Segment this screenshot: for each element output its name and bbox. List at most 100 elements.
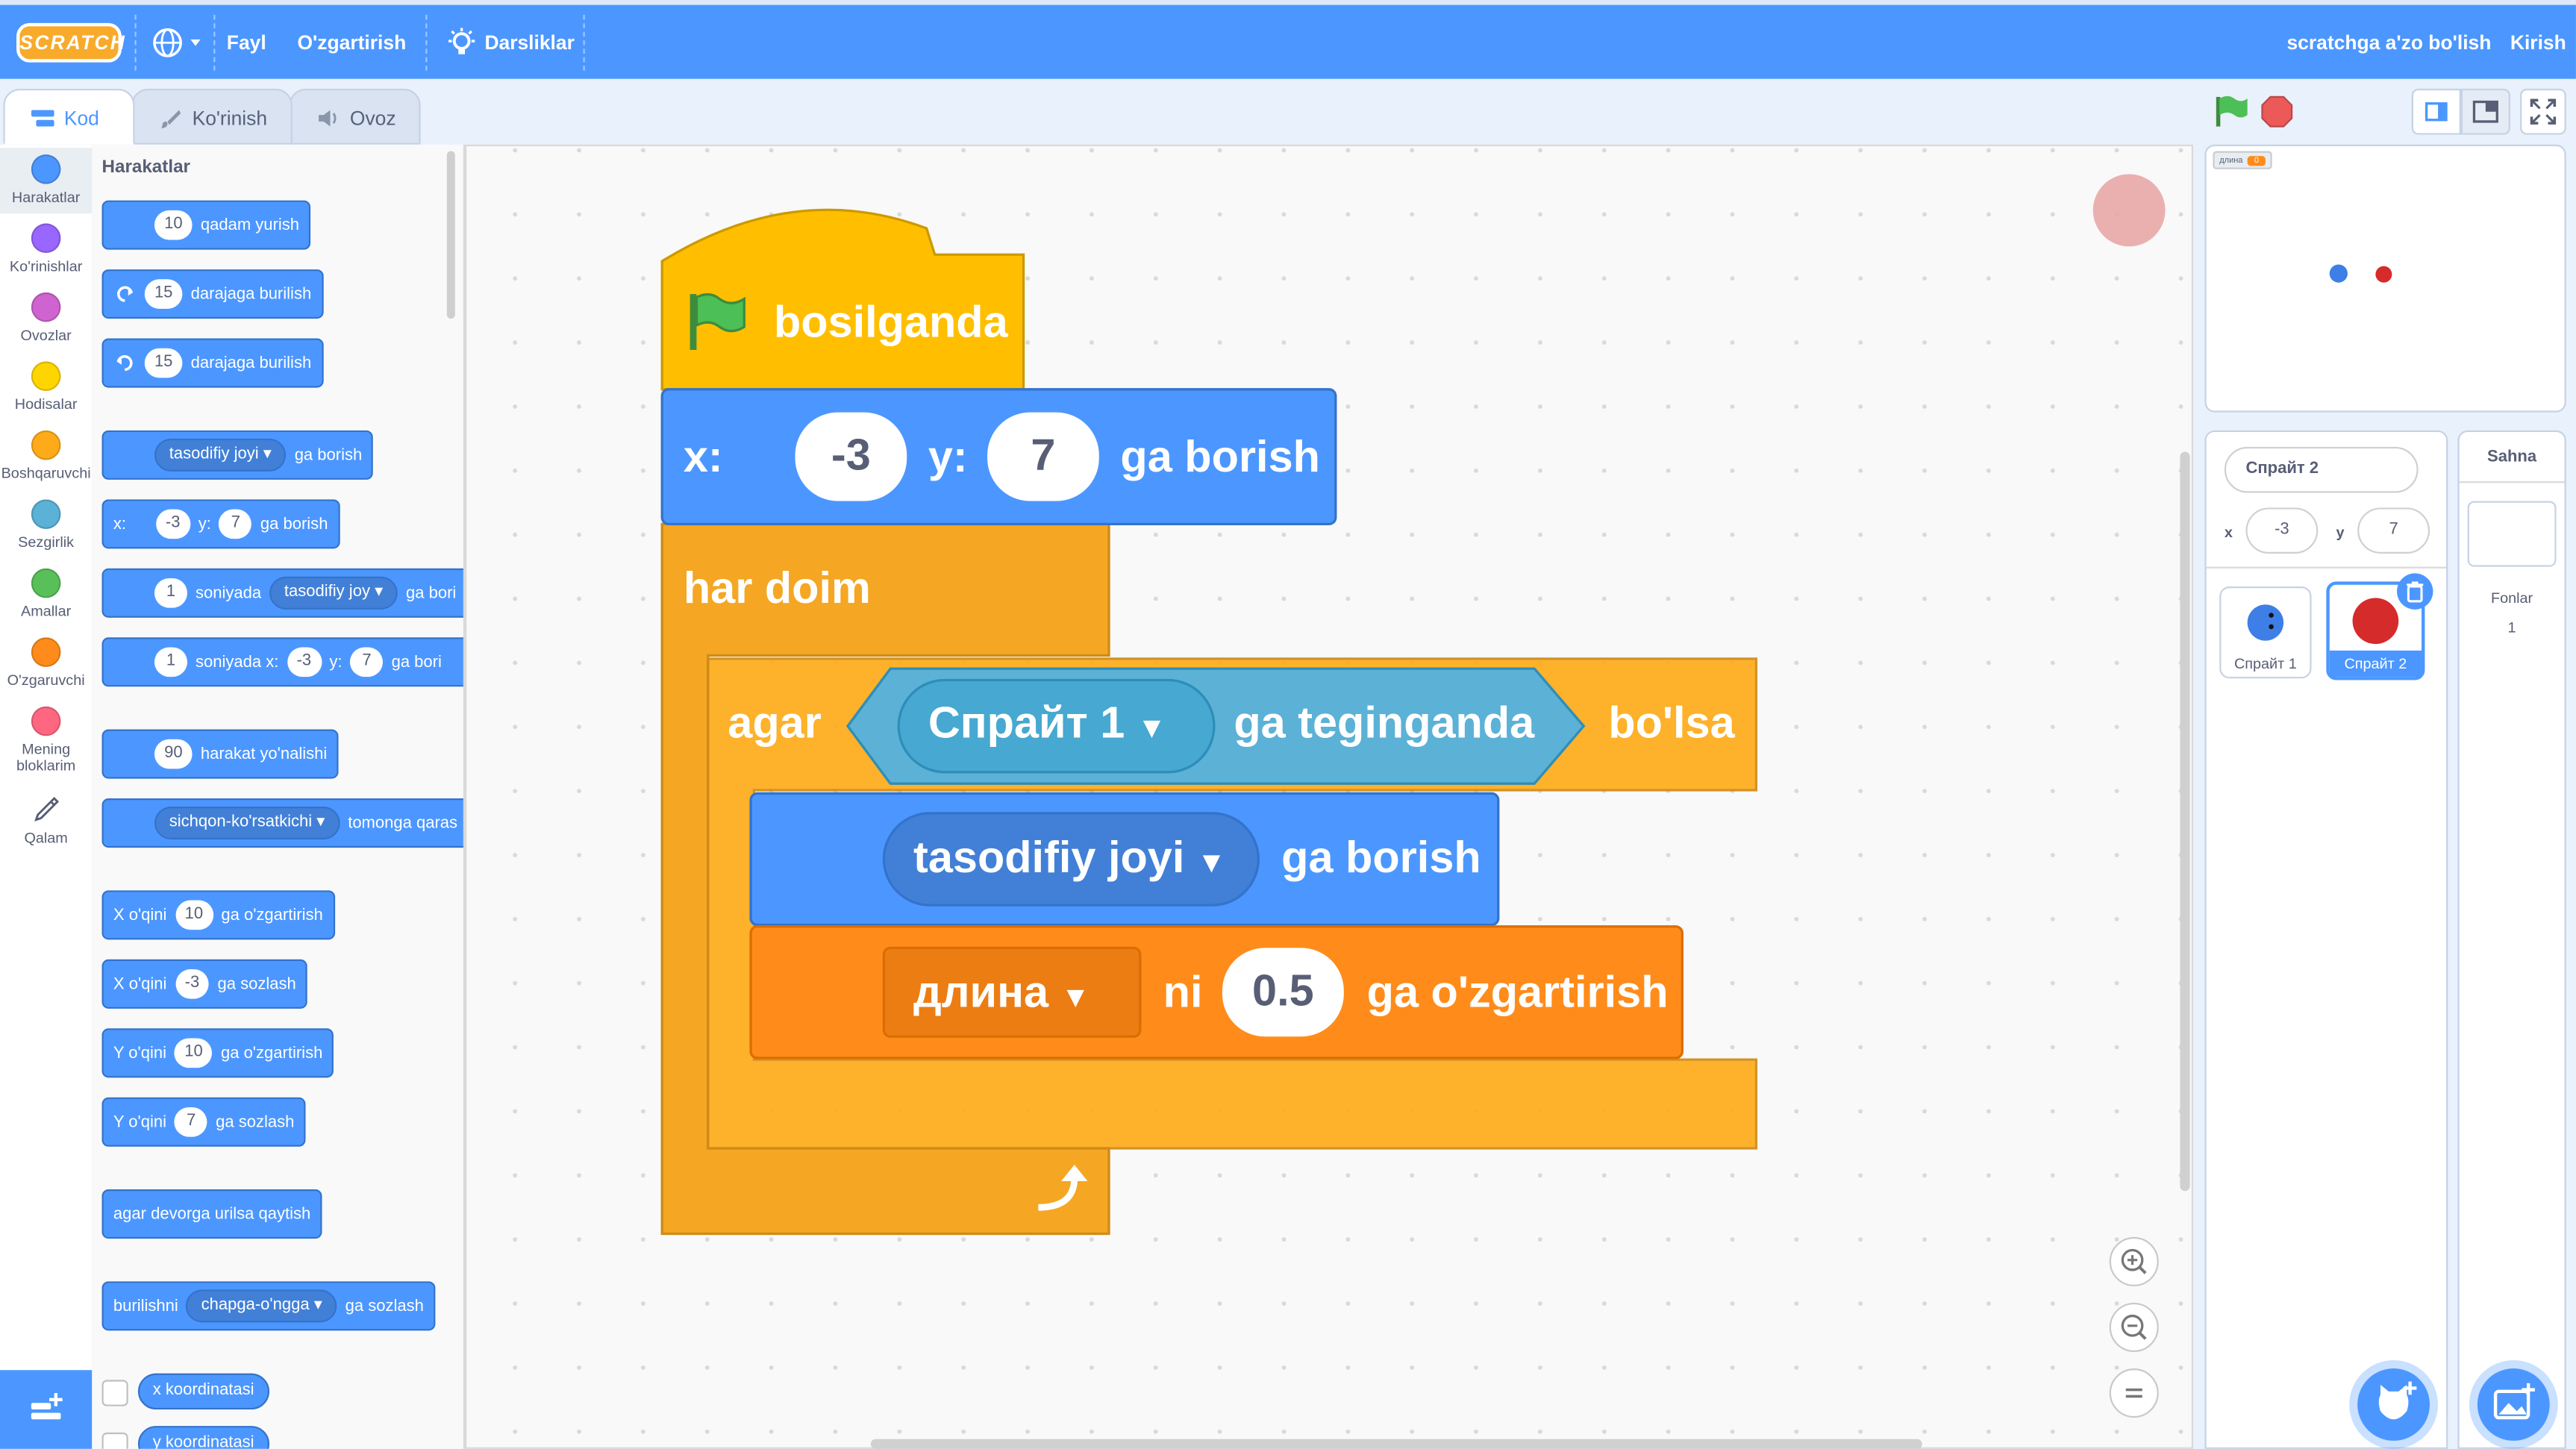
category-operators[interactable]: Amallar: [0, 568, 92, 619]
category-motion[interactable]: Harakatlar: [0, 148, 93, 214]
workspace-vertical-scrollbar[interactable]: [2180, 451, 2190, 1192]
sprite-2-on-stage[interactable]: [2375, 266, 2392, 283]
sprite-name-field[interactable]: Спрайт 2: [2224, 446, 2419, 493]
gotoxy-text: ga borish: [1120, 432, 1320, 482]
gotoxy-x-input[interactable]: -3: [795, 412, 907, 501]
palette-turn-left-block[interactable]: 15 darajaga burilish: [101, 338, 323, 388]
variable-ni-label: ni: [1163, 967, 1203, 1017]
category-sensing[interactable]: Sezgirlik: [0, 499, 92, 551]
y-input[interactable]: 7: [219, 509, 252, 539]
palette-scrollbar[interactable]: [446, 151, 455, 319]
palette-x-position-reporter[interactable]: x koordinatasi: [137, 1373, 269, 1410]
forever-label: har doim: [683, 563, 871, 613]
sprite-y-field[interactable]: 7: [2357, 507, 2430, 554]
number-input[interactable]: 90: [154, 739, 193, 769]
goto-dropdown[interactable]: tasodifiy joyi ▾: [154, 438, 287, 472]
y-input[interactable]: 7: [350, 647, 384, 677]
category-looks[interactable]: Ko'rinishlar: [0, 223, 92, 275]
sprite-thumbnail-1[interactable]: Спрайт 1: [2219, 586, 2312, 679]
gotoxy-x-label: x:: [683, 432, 723, 482]
category-variables[interactable]: O'zgaruvchi: [0, 637, 92, 689]
sprite-info-pane: Спрайт 2 x -3 y 7 Спрайт 1 Спрайт 2: [2204, 430, 2448, 1449]
touching-dropdown[interactable]: Спрайт 1 ▼: [928, 698, 1166, 749]
variable-dropdown[interactable]: длина ▼: [913, 968, 1090, 1018]
fullscreen-button[interactable]: [2520, 88, 2566, 135]
add-extension-button[interactable]: [0, 1370, 93, 1449]
add-backdrop-button[interactable]: [2477, 1368, 2550, 1441]
code-workspace[interactable]: bosilganda x: -3 y: 7 ga borish har doim…: [465, 144, 2194, 1449]
palette-glidexy-block[interactable]: 1 soniyada x: -3 y: 7 ga bori: [101, 637, 463, 687]
sprite-1-on-stage[interactable]: [2329, 264, 2348, 283]
sprite-1-eye: [2269, 613, 2274, 618]
palette-turn-right-block[interactable]: 15 darajaga burilish: [101, 269, 323, 319]
palette-point-direction-block[interactable]: 90 harakat yo'nalishi: [101, 729, 339, 779]
palette-set-y-block[interactable]: Y o'qini 7 ga sozlash: [101, 1097, 306, 1147]
number-input[interactable]: 10: [154, 210, 193, 240]
stop-button[interactable]: [2260, 96, 2293, 137]
number-input[interactable]: 10: [175, 1038, 213, 1068]
category-sound[interactable]: Ovozlar: [0, 292, 92, 343]
large-stage-button[interactable]: [2460, 88, 2510, 135]
language-menu[interactable]: [151, 26, 207, 67]
goto-random-dropdown[interactable]: tasodifiy joyi ▼: [913, 833, 1226, 883]
palette-glide-block[interactable]: 1 soniyada tasodifiy joy ▾ ga bori: [101, 568, 463, 618]
sprite-x-field[interactable]: -3: [2245, 507, 2319, 554]
number-input[interactable]: 15: [144, 348, 183, 378]
glide-dropdown[interactable]: tasodifiy joy ▾: [269, 576, 398, 610]
number-input[interactable]: 1: [154, 647, 187, 677]
stage-canvas[interactable]: длина 0: [2204, 144, 2566, 413]
dropdown-arrow-icon: ▼: [1137, 711, 1167, 745]
zoom-in-button[interactable]: [2109, 1236, 2159, 1286]
tutorials-menu[interactable]: Darsliklar: [484, 31, 574, 54]
palette-change-x-block[interactable]: X o'qini 10 ga o'zgartirish: [101, 890, 335, 940]
tab-costumes[interactable]: Ko'rinish: [131, 88, 293, 145]
number-input[interactable]: 10: [175, 900, 213, 930]
small-stage-button[interactable]: [2411, 88, 2461, 135]
palette-move-block[interactable]: 10 qadam yurish: [101, 200, 311, 250]
join-scratch-link[interactable]: scratchga a'zo bo'lish: [2286, 31, 2491, 54]
palette-bounce-block[interactable]: agar devorga urilsa qaytish: [101, 1189, 322, 1239]
sprite-2-label: Спрайт 2: [2329, 650, 2422, 677]
tab-sounds[interactable]: Ovoz: [289, 88, 421, 145]
gotoxy-y-input[interactable]: 7: [987, 412, 1099, 501]
stage-backdrop-thumbnail[interactable]: [2467, 501, 2557, 567]
workspace-horizontal-scrollbar[interactable]: [870, 1439, 1922, 1449]
category-events[interactable]: Hodisalar: [0, 361, 92, 413]
category-pen[interactable]: Qalam: [0, 795, 92, 846]
tab-code[interactable]: Kod: [3, 88, 135, 145]
palette-change-y-block[interactable]: Y o'qini 10 ga o'zgartirish: [101, 1028, 334, 1078]
zoom-reset-button[interactable]: [2109, 1368, 2159, 1418]
category-control[interactable]: Boshqaruvchi: [0, 430, 92, 481]
palette-y-position-reporter[interactable]: y koordinatasi: [137, 1426, 269, 1449]
palette-goto-block[interactable]: tasodifiy joyi ▾ ga borish: [101, 430, 374, 480]
x-input[interactable]: -3: [155, 509, 190, 539]
category-dot: [31, 499, 61, 529]
category-my-blocks[interactable]: Mening bloklarim: [0, 706, 92, 774]
towards-dropdown[interactable]: sichqon-ko'rsatkichi ▾: [154, 807, 340, 840]
rotation-style-dropdown[interactable]: chapga-o'ngga ▾: [186, 1289, 337, 1323]
number-input[interactable]: -3: [175, 969, 210, 999]
x-input[interactable]: -3: [287, 647, 322, 677]
edit-menu[interactable]: O'zgartirish: [297, 31, 406, 54]
palette-rotation-style-block[interactable]: burilishni chapga-o'ngga ▾ ga sozlash: [101, 1281, 436, 1331]
code-blocks-icon: [31, 110, 54, 127]
zoom-out-button[interactable]: [2109, 1302, 2159, 1352]
ypos-monitor-checkbox[interactable]: [101, 1432, 128, 1449]
stage-selector-pane[interactable]: Sahna Fonlar 1: [2457, 430, 2566, 1449]
xpos-monitor-checkbox[interactable]: [101, 1380, 128, 1406]
number-input[interactable]: 1: [154, 578, 187, 608]
number-input[interactable]: 7: [175, 1107, 208, 1137]
scratch-logo[interactable]: SCRATCH: [16, 22, 125, 63]
variable-change-input[interactable]: 0.5: [1222, 948, 1344, 1037]
add-sprite-button[interactable]: [2357, 1368, 2430, 1441]
sign-in-link[interactable]: Kirish: [2510, 31, 2566, 54]
palette-set-x-block[interactable]: X o'qini -3 ga sozlash: [101, 959, 308, 1009]
variable-monitor[interactable]: длина 0: [2213, 151, 2272, 169]
goto-random-text: ga borish: [1281, 833, 1481, 883]
green-flag-button[interactable]: [2211, 92, 2251, 140]
delete-sprite-button[interactable]: [2396, 573, 2433, 610]
palette-gotoxy-block[interactable]: x: -3 y: 7 ga borish: [101, 499, 340, 549]
palette-point-towards-block[interactable]: sichqon-ko'rsatkichi ▾ tomonga qaras: [101, 798, 463, 848]
file-menu[interactable]: Fayl: [227, 31, 266, 54]
number-input[interactable]: 15: [144, 279, 183, 309]
